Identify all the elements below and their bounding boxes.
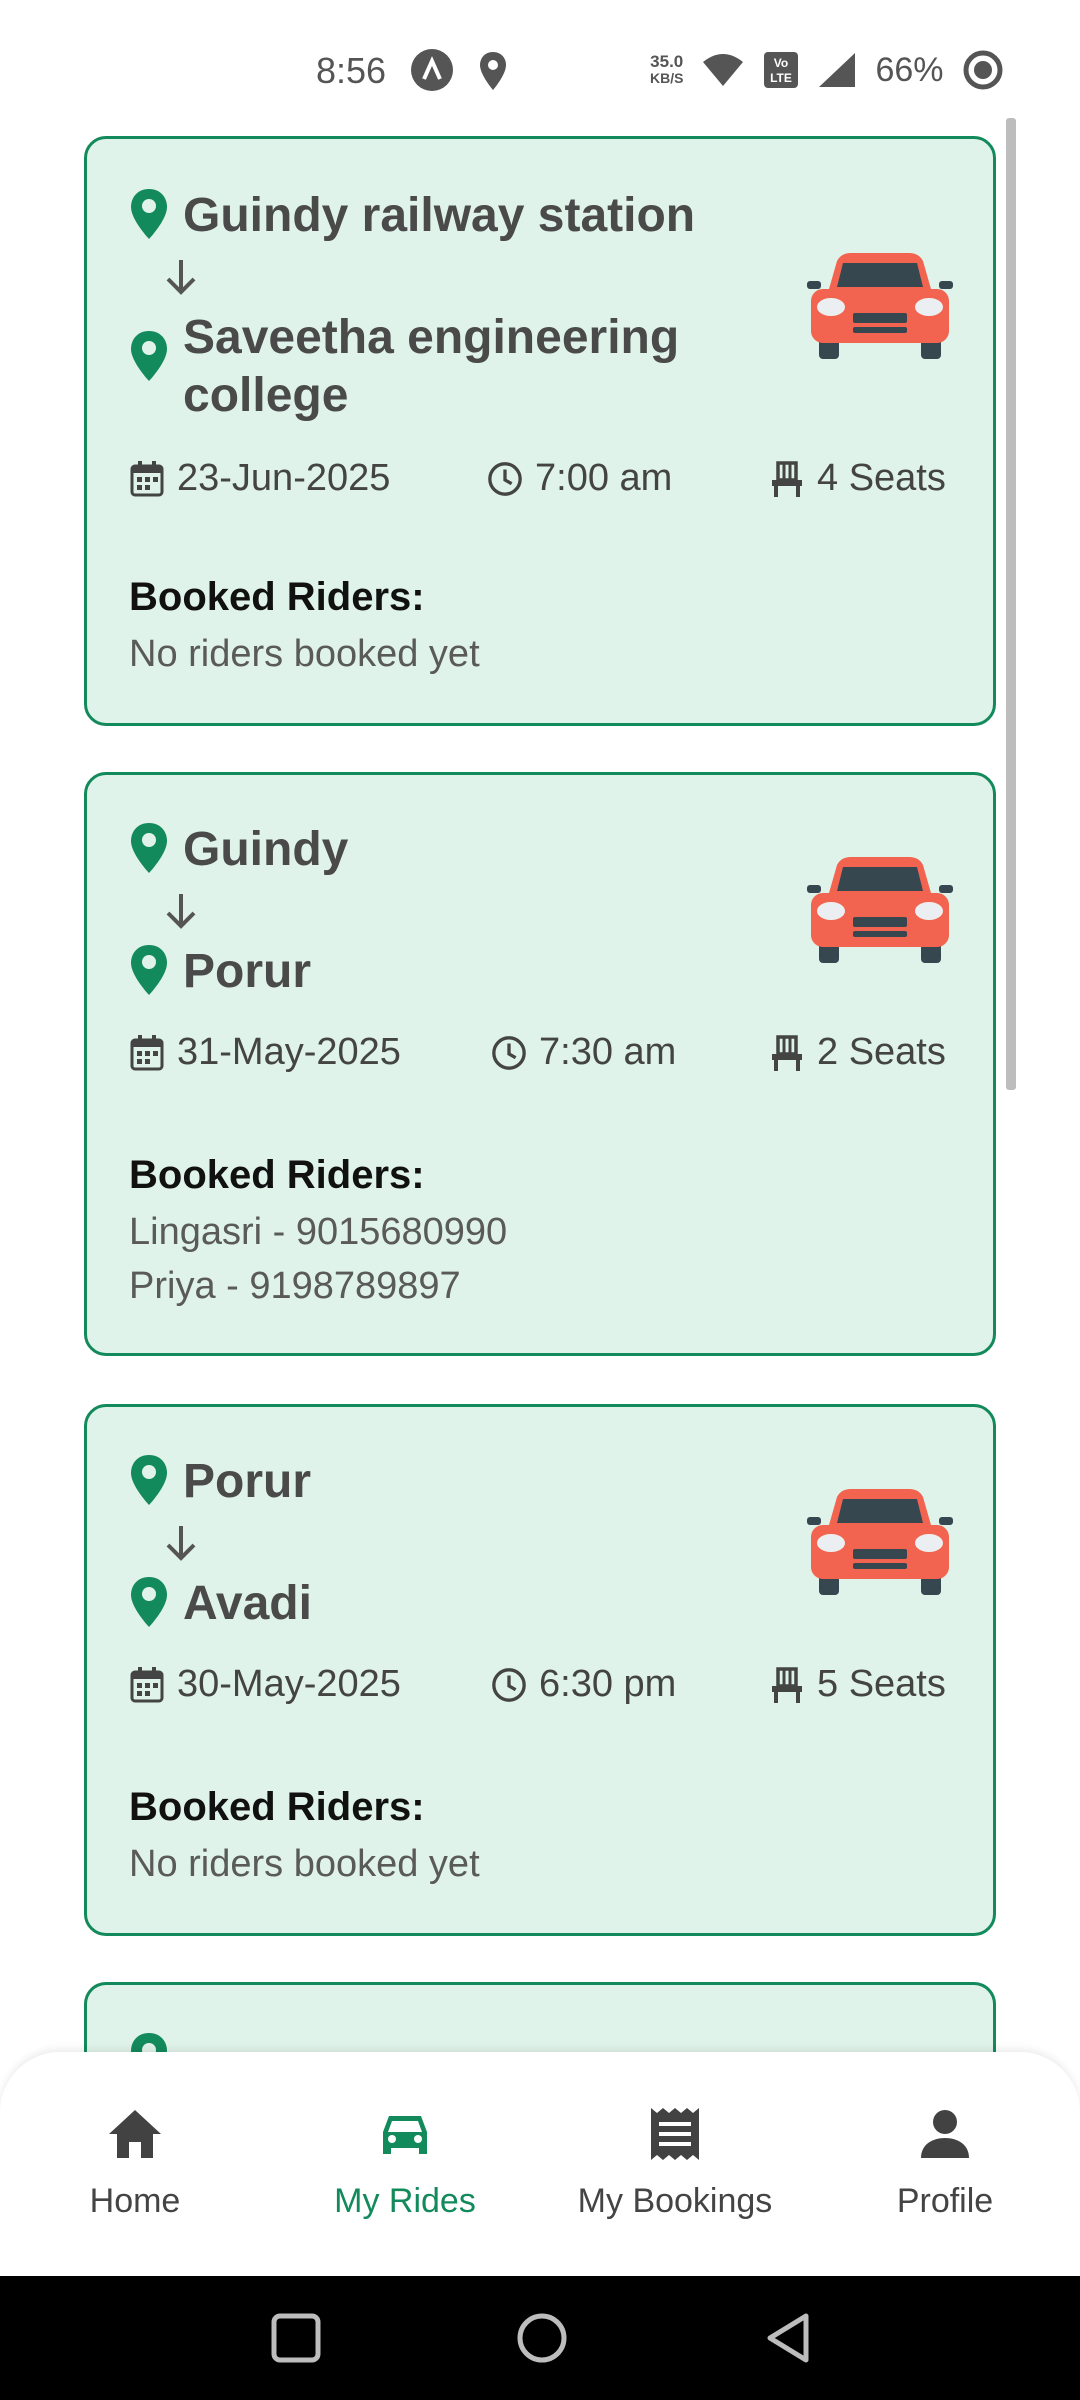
origin-name: Guindy	[183, 823, 349, 876]
map-pin-icon	[131, 189, 167, 239]
status-bar: 8:56 35.0 KB/S Vo LTE 66%	[0, 0, 1080, 118]
scrollbar[interactable]	[1006, 118, 1016, 1090]
network-speed-value: 35.0	[650, 52, 684, 71]
navigation-app-icon	[411, 49, 453, 91]
arrow-down-icon	[166, 1526, 196, 1561]
ride-date-text: 30-May-2025	[177, 1663, 401, 1705]
ride-origin: Guindy railway station	[129, 187, 743, 245]
ride-seats-text: 4 Seats	[817, 457, 946, 499]
back-button[interactable]	[756, 2306, 820, 2370]
ride-card[interactable]: Porur Avadi 30-May-2025 6:30 pm 5 Seats …	[84, 1404, 996, 1936]
destination-name: Avadi	[183, 1577, 312, 1630]
ride-time: 7:30 am	[491, 1031, 676, 1074]
rider-line: Lingasri - 9015680990	[129, 1211, 508, 1253]
booked-riders-title: Booked Riders:	[129, 1153, 425, 1197]
recents-button[interactable]	[264, 2306, 328, 2370]
map-pin-icon	[131, 331, 167, 381]
ride-destination: Avadi	[129, 1575, 743, 1633]
wifi-icon	[703, 54, 744, 86]
ride-details: 31-May-2025 7:30 am 2 Seats	[129, 1031, 959, 1083]
ride-date: 30-May-2025	[129, 1663, 401, 1706]
ride-origin: Porur	[129, 1453, 743, 1511]
clock-icon	[488, 461, 522, 496]
ride-card[interactable]: Guindy Porur 31-May-2025 7:30 am 2 Seats…	[84, 772, 996, 1356]
map-pin-icon	[131, 1577, 167, 1627]
nav-label: My Bookings	[577, 2182, 773, 2220]
ride-destination: Saveetha engineering college	[129, 309, 743, 425]
booked-riders-title: Booked Riders:	[129, 1785, 425, 1829]
car-icon	[807, 857, 953, 963]
ride-time-text: 6:30 pm	[539, 1663, 677, 1705]
volte-icon: Vo LTE	[764, 52, 799, 88]
map-pin-icon	[131, 945, 167, 995]
nav-item-profile[interactable]: Profile	[810, 2052, 1080, 2276]
calendar-icon	[130, 1666, 164, 1702]
rider-line: No riders booked yet	[129, 633, 480, 675]
network-speed: 35.0 KB/S	[650, 52, 684, 86]
car-icon	[807, 1489, 953, 1595]
nav-label: Profile	[896, 2182, 994, 2220]
ride-origin: Guindy	[129, 821, 743, 879]
rider-line: No riders booked yet	[129, 1843, 480, 1885]
ride-details: 30-May-2025 6:30 pm 5 Seats	[129, 1663, 959, 1715]
home-icon	[109, 2110, 161, 2158]
calendar-icon	[130, 460, 164, 496]
ride-seats-text: 5 Seats	[817, 1663, 946, 1705]
clock-icon	[492, 1035, 526, 1070]
arrow-down-icon	[166, 894, 196, 929]
ride-time: 6:30 pm	[491, 1663, 676, 1706]
ride-seats: 4 Seats	[769, 457, 946, 500]
destination-name: Saveetha engineering college	[183, 311, 680, 422]
home-button[interactable]	[510, 2306, 574, 2370]
booked-riders-title: Booked Riders:	[129, 575, 425, 619]
signal-icon	[819, 53, 856, 87]
nav-label: Home	[89, 2182, 181, 2220]
ride-date-text: 23-Jun-2025	[177, 457, 391, 499]
clock-icon	[492, 1667, 526, 1702]
location-icon	[480, 52, 506, 90]
destination-name: Porur	[183, 945, 312, 998]
ride-date: 23-Jun-2025	[129, 457, 390, 500]
network-speed-unit: KB/S	[650, 70, 684, 86]
arrow-down-icon	[166, 260, 196, 295]
nav-label: My Rides	[334, 2182, 476, 2220]
origin-name: Guindy railway station	[183, 189, 696, 242]
seat-icon	[772, 460, 802, 497]
status-time: 8:56	[316, 50, 387, 91]
nav-item-my-bookings[interactable]: My Bookings	[540, 2052, 810, 2276]
svg-text:LTE: LTE	[771, 71, 793, 85]
battery-percent: 66%	[875, 50, 944, 89]
ride-time: 7:00 am	[487, 457, 672, 500]
map-pin-icon	[131, 1455, 167, 1505]
bottom-navigation: Home My Rides My Bookings Profile	[0, 2052, 1080, 2276]
svg-text:Vo: Vo	[774, 56, 788, 70]
rider-line: Priya - 9198789897	[129, 1265, 461, 1307]
ride-seats-text: 2 Seats	[817, 1031, 946, 1073]
ride-date: 31-May-2025	[129, 1031, 401, 1074]
ride-details: 23-Jun-2025 7:00 am 4 Seats	[129, 457, 959, 509]
ride-card[interactable]: Guindy railway station Saveetha engineer…	[84, 136, 996, 726]
receipt-icon	[651, 2108, 699, 2160]
origin-name: Porur	[183, 1455, 312, 1508]
map-pin-icon	[131, 823, 167, 873]
calendar-icon	[130, 1034, 164, 1070]
car-icon	[383, 2116, 427, 2154]
system-navigation-bar	[0, 2276, 1080, 2400]
seat-icon	[772, 1034, 802, 1071]
nav-item-home[interactable]: Home	[0, 2052, 270, 2276]
seat-icon	[772, 1666, 802, 1703]
ride-seats: 5 Seats	[769, 1663, 946, 1706]
ride-time-text: 7:00 am	[535, 457, 673, 499]
battery-icon	[963, 50, 1003, 90]
car-icon	[807, 253, 953, 359]
ride-seats: 2 Seats	[769, 1031, 946, 1074]
ride-destination: Porur	[129, 943, 743, 1001]
nav-item-my-rides[interactable]: My Rides	[270, 2052, 540, 2276]
person-icon	[921, 2110, 969, 2158]
ride-time-text: 7:30 am	[539, 1031, 677, 1073]
ride-date-text: 31-May-2025	[177, 1031, 401, 1073]
